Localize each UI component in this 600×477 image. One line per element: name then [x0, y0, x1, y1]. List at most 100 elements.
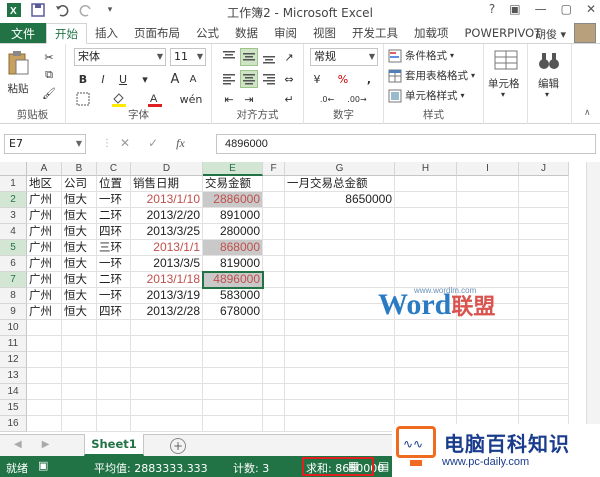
cell[interactable]: [395, 176, 457, 192]
cell[interactable]: [395, 208, 457, 224]
table-cell[interactable]: 广州: [27, 224, 62, 240]
column-header[interactable]: J: [519, 162, 569, 176]
cell-styles-button[interactable]: 单元格样式 ▾: [388, 88, 465, 103]
tab-view[interactable]: 视图: [305, 23, 344, 43]
cell[interactable]: [457, 400, 519, 416]
cell[interactable]: [263, 368, 285, 384]
cell[interactable]: [203, 400, 263, 416]
decrease-decimal-icon[interactable]: .00→: [347, 90, 366, 108]
cell[interactable]: [131, 320, 203, 336]
cell[interactable]: [457, 368, 519, 384]
column-header[interactable]: D: [131, 162, 203, 176]
table-cell[interactable]: 恒大: [62, 272, 97, 288]
increase-decimal-icon[interactable]: .0←: [318, 90, 336, 108]
cell[interactable]: [263, 320, 285, 336]
cell[interactable]: [395, 240, 457, 256]
collapse-ribbon-icon[interactable]: ∧: [584, 108, 591, 118]
page-layout-view-icon[interactable]: ▤: [378, 459, 389, 473]
cell[interactable]: [519, 352, 569, 368]
tab-home[interactable]: 开始: [46, 23, 87, 44]
insert-function-button[interactable]: fx: [176, 136, 185, 151]
cell[interactable]: [395, 384, 457, 400]
cell[interactable]: [203, 320, 263, 336]
underline-dropdown-icon[interactable]: ▾: [136, 70, 154, 88]
cell[interactable]: [62, 336, 97, 352]
row-header[interactable]: 12: [0, 352, 27, 368]
table-cell[interactable]: 恒大: [62, 240, 97, 256]
cell[interactable]: [27, 336, 62, 352]
enter-icon[interactable]: ✓: [148, 136, 158, 151]
cell[interactable]: [285, 384, 395, 400]
cell[interactable]: [97, 400, 131, 416]
row-header[interactable]: 16: [0, 416, 27, 432]
cell[interactable]: [263, 400, 285, 416]
amount-cell[interactable]: 868000: [203, 240, 263, 256]
column-header[interactable]: I: [457, 162, 519, 176]
cell[interactable]: [395, 368, 457, 384]
cell[interactable]: [203, 416, 263, 432]
table-cell[interactable]: 恒大: [62, 192, 97, 208]
bold-button[interactable]: B: [74, 70, 92, 88]
row-header[interactable]: 14: [0, 384, 27, 400]
align-left-icon[interactable]: [220, 70, 238, 88]
table-cell[interactable]: 2013/1/1: [131, 240, 203, 256]
column-header[interactable]: H: [395, 162, 457, 176]
column-header[interactable]: G: [285, 162, 395, 176]
cell[interactable]: [203, 368, 263, 384]
table-cell[interactable]: 2013/2/20: [131, 208, 203, 224]
cell[interactable]: [519, 272, 569, 288]
cell[interactable]: [457, 240, 519, 256]
cell[interactable]: [97, 384, 131, 400]
table-cell[interactable]: 广州: [27, 272, 62, 288]
cell[interactable]: [285, 368, 395, 384]
amount-cell[interactable]: 583000: [203, 288, 263, 304]
fill-color-icon[interactable]: [110, 90, 128, 108]
row-header[interactable]: 1: [0, 176, 27, 192]
format-painter-icon[interactable]: 🖌: [40, 84, 58, 102]
column-header[interactable]: C: [97, 162, 131, 176]
cell[interactable]: [131, 384, 203, 400]
row-header[interactable]: 13: [0, 368, 27, 384]
cell[interactable]: [203, 336, 263, 352]
cell[interactable]: [457, 224, 519, 240]
cell[interactable]: [457, 384, 519, 400]
cell[interactable]: [203, 352, 263, 368]
cell[interactable]: [457, 320, 519, 336]
cell[interactable]: [285, 240, 395, 256]
cell[interactable]: [27, 416, 62, 432]
orientation-icon[interactable]: ↗: [280, 48, 298, 66]
row-header[interactable]: 5: [0, 240, 27, 256]
cell[interactable]: [97, 336, 131, 352]
row-header[interactable]: 7: [0, 272, 27, 288]
align-top-icon[interactable]: [220, 48, 238, 66]
currency-button[interactable]: ¥: [308, 70, 326, 88]
row-header[interactable]: 15: [0, 400, 27, 416]
cell[interactable]: [395, 256, 457, 272]
tab-review[interactable]: 审阅: [266, 23, 305, 43]
cell[interactable]: [519, 336, 569, 352]
table-header-cell[interactable]: 地区: [27, 176, 62, 192]
column-header[interactable]: B: [62, 162, 97, 176]
cell[interactable]: [27, 400, 62, 416]
table-cell[interactable]: 恒大: [62, 208, 97, 224]
user-name[interactable]: 胡俊 ▾: [535, 26, 566, 42]
cell[interactable]: [519, 384, 569, 400]
cell[interactable]: [395, 336, 457, 352]
wrap-text-icon[interactable]: ↵: [280, 90, 298, 108]
column-header[interactable]: F: [263, 162, 285, 176]
align-middle-icon[interactable]: [240, 48, 258, 66]
ribbon-display-button[interactable]: ▣: [509, 2, 520, 16]
cell[interactable]: [519, 368, 569, 384]
formula-input[interactable]: 4896000: [216, 134, 596, 154]
cancel-icon[interactable]: ✕: [120, 136, 130, 151]
cell[interactable]: [263, 288, 285, 304]
cell[interactable]: [457, 208, 519, 224]
cell[interactable]: [263, 192, 285, 208]
cell[interactable]: [285, 416, 395, 432]
cell[interactable]: [97, 352, 131, 368]
table-cell[interactable]: 广州: [27, 192, 62, 208]
cell[interactable]: [519, 240, 569, 256]
table-cell[interactable]: 一环: [97, 192, 131, 208]
cell[interactable]: [519, 320, 569, 336]
row-header[interactable]: 2: [0, 192, 27, 208]
